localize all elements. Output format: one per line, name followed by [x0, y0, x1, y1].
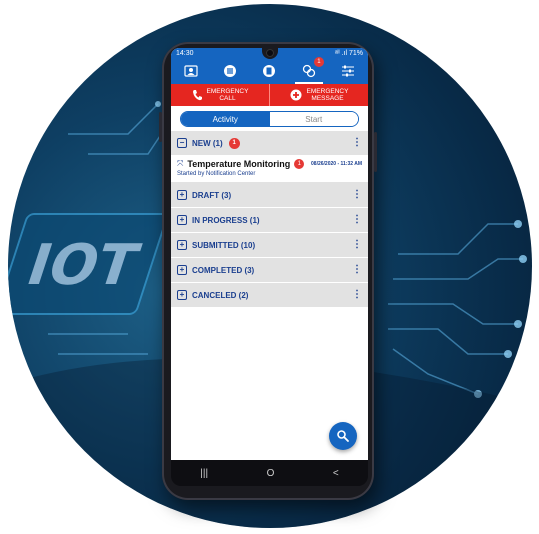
section-completed[interactable]: + COMPLETED (3) ⋮ [171, 258, 368, 283]
expand-icon[interactable]: + [177, 265, 187, 275]
section-label: COMPLETED (3) [192, 265, 255, 275]
expand-icon[interactable]: + [177, 290, 187, 300]
android-navigation-bar: ||| O < [171, 460, 368, 486]
expand-icon[interactable]: + [177, 190, 187, 200]
view-toggle: Activity Start [180, 111, 359, 127]
emergency-bar: EMERGENCY CALL EMERGENCY MESSAGE [171, 84, 368, 106]
more-options-icon[interactable]: ⋮ [352, 215, 362, 225]
section-label: NEW (1) [192, 138, 223, 148]
section-in-progress[interactable]: + IN PROGRESS (1) ⋮ [171, 208, 368, 233]
home-button[interactable]: O [267, 468, 275, 479]
tab-activity[interactable]: Activity [181, 112, 270, 126]
section-draft[interactable]: + DRAFT (3) ⋮ [171, 183, 368, 208]
emergency-call-button[interactable]: EMERGENCY CALL [171, 84, 269, 106]
activity-title: Temperature Monitoring [187, 159, 291, 169]
list-icon[interactable] [220, 62, 240, 80]
tab-start[interactable]: Start [269, 112, 358, 126]
signal-icon: ᵃˡˡ .ıl [334, 49, 348, 57]
collapse-icon[interactable]: − [177, 138, 187, 148]
contact-card-icon[interactable] [181, 62, 201, 80]
more-options-icon[interactable]: ⋮ [352, 138, 362, 148]
activity-date: 08/26/2020 - 11:32 AM [311, 161, 362, 167]
section-label: IN PROGRESS (1) [192, 215, 260, 225]
section-label: SUBMITTED (10) [192, 240, 256, 250]
more-options-icon[interactable]: ⋮ [352, 190, 362, 200]
activity-subtitle: Started by Notification Center [177, 171, 256, 177]
recent-apps-button[interactable]: ||| [200, 468, 208, 479]
more-options-icon[interactable]: ⋮ [352, 240, 362, 250]
filter-sliders-icon[interactable] [338, 62, 358, 80]
activity-badge: 1 [294, 159, 305, 169]
activity-icon[interactable]: 1 [294, 57, 324, 84]
form-icon[interactable] [259, 62, 279, 80]
section-canceled[interactable]: + CANCELED (2) ⋮ [171, 283, 368, 308]
section-label: CANCELED (2) [192, 290, 249, 300]
add-message-icon [290, 89, 302, 101]
search-icon [337, 430, 349, 442]
more-options-icon[interactable]: ⋮ [352, 265, 362, 275]
emergency-message-line2: MESSAGE [311, 95, 344, 102]
expand-icon[interactable]: + [177, 215, 187, 225]
list-item[interactable]: ⤧ Temperature Monitoring 1 08/26/2020 - … [171, 156, 368, 183]
section-submitted[interactable]: + SUBMITTED (10) ⋮ [171, 233, 368, 258]
battery-level: 71% [348, 49, 363, 57]
search-button[interactable] [329, 422, 357, 450]
expand-icon[interactable]: + [177, 240, 187, 250]
top-navigation: 1 [171, 57, 368, 84]
app-screen: 14:30 ᵃˡˡ .ıl 71% 1 EMERGENCY CALL EMERG… [171, 48, 368, 460]
back-button[interactable]: < [333, 468, 339, 479]
section-new[interactable]: − NEW (1) 1 ⋮ [171, 131, 368, 156]
section-badge: 1 [228, 137, 240, 149]
emergency-call-line1: EMERGENCY [206, 88, 249, 95]
more-options-icon[interactable]: ⋮ [352, 290, 362, 300]
status-time: 14:30 [176, 49, 194, 57]
emergency-call-line2: CALL [219, 95, 236, 102]
activity-badge: 1 [313, 57, 324, 67]
iot-watermark: IOT [19, 232, 147, 297]
status-indicators: ᵃˡˡ .ıl 71% [335, 50, 363, 57]
phone-icon [192, 90, 202, 101]
activity-type-icon: ⤧ [177, 159, 184, 168]
emergency-message-button[interactable]: EMERGENCY MESSAGE [269, 84, 368, 106]
section-label: DRAFT (3) [192, 190, 232, 200]
emergency-message-line1: EMERGENCY [306, 88, 349, 95]
